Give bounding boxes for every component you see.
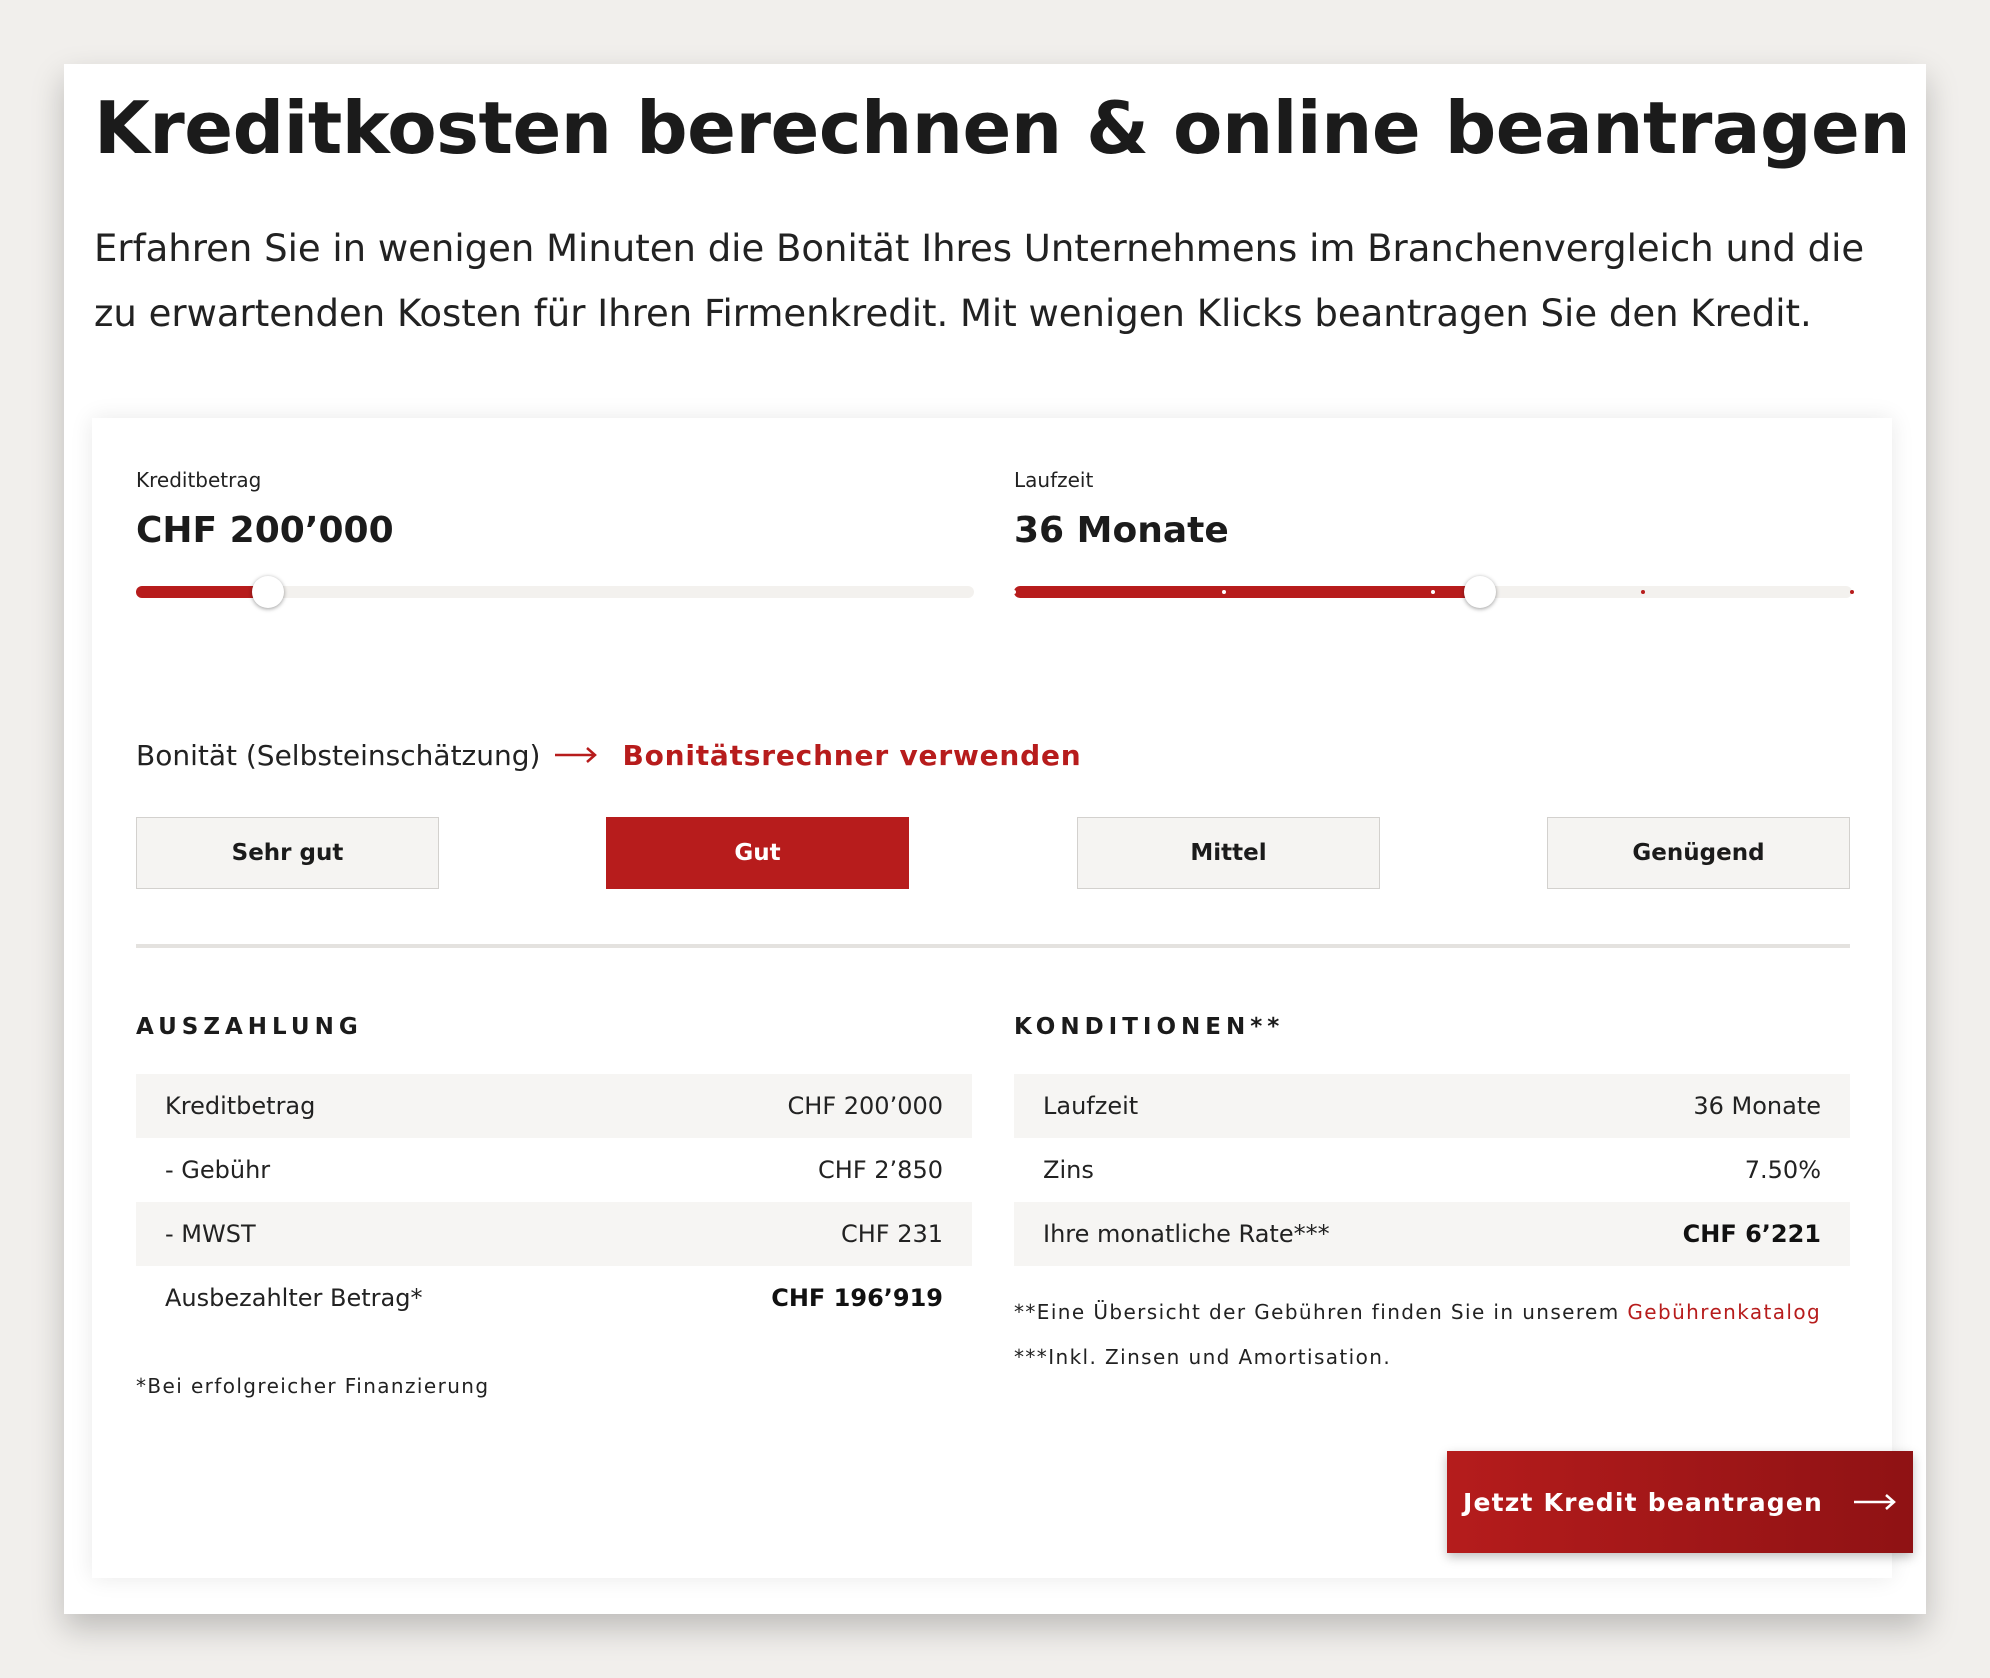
term-slider-tick — [1431, 590, 1435, 594]
row-value: CHF 6’221 — [1682, 1220, 1821, 1248]
amount-slider-fill — [136, 586, 268, 598]
amount-label: Kreditbetrag — [136, 468, 262, 492]
rating-option-gut[interactable]: Gut — [606, 817, 909, 889]
term-value: 36 Monate — [1014, 510, 1229, 551]
rating-header: Bonität (Selbsteinschätzung) Bonitätsrec… — [136, 730, 1082, 780]
amount-slider[interactable] — [136, 576, 974, 608]
row-value: 36 Monate — [1693, 1092, 1821, 1120]
content-panel: Kreditkosten berechnen & online beantrag… — [64, 64, 1926, 1614]
rating-option-sehr-gut[interactable]: Sehr gut — [136, 817, 439, 889]
term-slider-tick — [1850, 590, 1854, 594]
footnote-text: **Eine Übersicht der Gebühren finden Sie… — [1014, 1300, 1628, 1324]
row-label: Ihre monatliche Rate*** — [1043, 1220, 1330, 1248]
divider — [136, 944, 1850, 948]
row-label: - MWST — [165, 1220, 256, 1248]
row-value: CHF 200’000 — [787, 1092, 943, 1120]
term-slider-fill — [1014, 586, 1480, 598]
page-title: Kreditkosten berechnen & online beantrag… — [94, 86, 1911, 170]
row-value: CHF 2’850 — [818, 1156, 943, 1184]
auszahlung-footnote: *Bei erfolgreicher Finanzierung — [136, 1374, 490, 1398]
konditionen-footnote-2: ***Inkl. Zinsen und Amortisation. — [1014, 1345, 1392, 1369]
table-row: Laufzeit 36 Monate — [1014, 1074, 1850, 1138]
amount-slider-handle[interactable] — [251, 576, 284, 608]
amount-value: CHF 200’000 — [136, 510, 394, 551]
calculator-card: Kreditbetrag CHF 200’000 Laufzeit 36 Mon… — [92, 418, 1913, 1578]
rating-label: Bonität (Selbsteinschätzung) — [136, 738, 541, 772]
long-right-arrow-icon — [554, 745, 598, 765]
term-slider[interactable] — [1012, 576, 1854, 608]
konditionen-heading: KONDITIONEN** — [1014, 1014, 1285, 1040]
term-slider-tick — [1221, 590, 1226, 594]
row-label: Ausbezahlter Betrag* — [165, 1284, 423, 1312]
row-label: Laufzeit — [1043, 1092, 1139, 1120]
table-row: - Gebühr CHF 2’850 — [136, 1138, 972, 1202]
table-row: Zins 7.50% — [1014, 1138, 1850, 1202]
konditionen-footnote-1: **Eine Übersicht der Gebühren finden Sie… — [1014, 1300, 1821, 1324]
konditionen-table: Laufzeit 36 Monate Zins 7.50% Ihre monat… — [1014, 1074, 1850, 1266]
term-slider-tick — [1640, 590, 1645, 594]
table-row: Kreditbetrag CHF 200’000 — [136, 1074, 972, 1138]
row-label: - Gebühr — [165, 1156, 271, 1184]
rating-option-genuegend[interactable]: Genügend — [1547, 817, 1850, 889]
fee-catalog-link[interactable]: Gebührenkatalog — [1627, 1300, 1821, 1324]
table-row: - MWST CHF 231 — [136, 1202, 972, 1266]
long-right-arrow-icon — [1853, 1492, 1897, 1512]
row-value: CHF 196’919 — [771, 1284, 943, 1312]
auszahlung-table: Kreditbetrag CHF 200’000 - Gebühr CHF 2’… — [136, 1074, 972, 1330]
row-label: Kreditbetrag — [165, 1092, 316, 1120]
rating-calculator-link[interactable]: Bonitätsrechner verwenden — [622, 739, 1081, 772]
rating-option-mittel[interactable]: Mittel — [1077, 817, 1380, 889]
apply-button-label: Jetzt Kredit beantragen — [1462, 1487, 1824, 1517]
term-slider-tick — [1012, 590, 1016, 594]
intro-text: Erfahren Sie in wenigen Minuten die Boni… — [94, 227, 1865, 335]
apply-credit-button[interactable]: Jetzt Kredit beantragen — [1447, 1451, 1913, 1553]
table-row: Ihre monatliche Rate*** CHF 6’221 — [1014, 1202, 1850, 1266]
term-label: Laufzeit — [1014, 468, 1094, 492]
auszahlung-heading: AUSZAHLUNG — [136, 1014, 363, 1040]
table-row: Ausbezahlter Betrag* CHF 196’919 — [136, 1266, 972, 1330]
term-slider-handle[interactable] — [1463, 576, 1496, 608]
row-value: 7.50% — [1744, 1156, 1821, 1184]
row-label: Zins — [1043, 1156, 1094, 1184]
row-value: CHF 231 — [840, 1220, 943, 1248]
